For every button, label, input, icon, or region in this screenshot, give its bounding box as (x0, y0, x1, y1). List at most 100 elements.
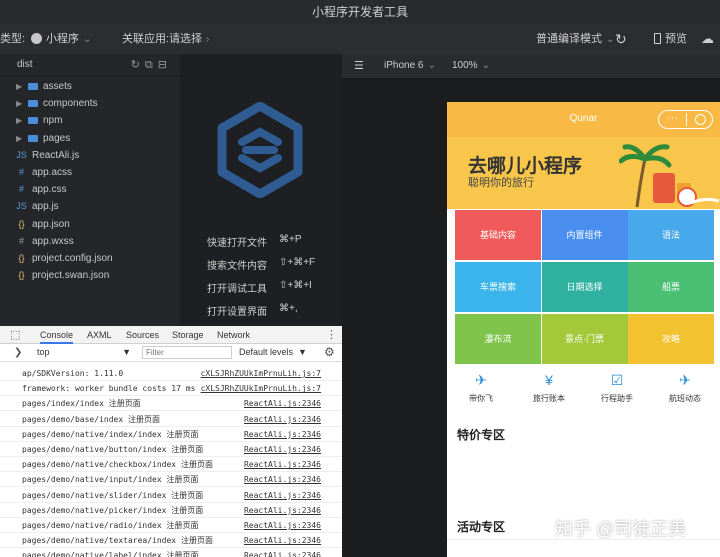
tab-axml[interactable]: AXML (87, 326, 112, 344)
tree-item-label: app.css (32, 184, 67, 196)
refresh-icon[interactable]: ↻ (131, 59, 145, 71)
grid-cell[interactable]: 瀑布流 (455, 314, 541, 364)
grid-cell[interactable]: 内置组件 (541, 210, 628, 260)
tree-item[interactable]: # app.wxss (0, 233, 180, 250)
tree-item-label: pages (43, 132, 71, 144)
tree-item[interactable]: JS app.js (0, 198, 180, 215)
quick-icon-label: 行程助手 (601, 394, 633, 403)
refresh-icon[interactable]: ↻ (615, 24, 627, 54)
tab-console[interactable]: Console (40, 326, 74, 344)
console-message: pages/demo/native/textarea/index 注册页面 (22, 536, 213, 546)
plane-icon: ✈ (475, 372, 487, 388)
file-icon: JS (16, 149, 27, 160)
grid-cell[interactable]: 日期选择 (541, 262, 628, 312)
shortcut-key: ⌘+P (279, 234, 302, 245)
tree-item[interactable]: JS ReactAli.js (0, 147, 180, 164)
tree-item-label: ReactAli.js (32, 149, 80, 161)
activity-strip (447, 539, 720, 557)
chevron-right-icon: › (206, 34, 210, 45)
console-source-link[interactable]: ReactAli.js:2346 (244, 412, 321, 427)
shortcut-label: 打开设置界面 (207, 307, 267, 318)
console-message: pages/demo/base/index 注册页面 (22, 414, 160, 424)
related-select[interactable]: 请选择 › (169, 24, 209, 54)
tree-item-label: app.json (32, 218, 70, 230)
grid-cell[interactable]: 景点·门票 (541, 314, 628, 364)
banner: 去哪儿小程序 聪明你的旅行 (447, 137, 720, 209)
console-row: pages/index/index 注册页面 ReactAli.js:2346 (0, 396, 342, 412)
console-source-link[interactable]: ReactAli.js:2346 (244, 442, 321, 457)
sidebar-toggle-icon[interactable]: ❯ (14, 347, 22, 358)
console-source-link[interactable]: ReactAli.js:2346 (244, 457, 321, 472)
close-target-icon[interactable] (695, 114, 706, 125)
quick-icon-item[interactable]: ¥ 旅行账本 (515, 371, 583, 404)
new-file-icon[interactable]: ⧉ (145, 59, 158, 71)
tree-item[interactable]: # app.css (0, 181, 180, 198)
menu-icon[interactable]: ☰ (354, 59, 364, 72)
grid-cell[interactable]: 攻略 (628, 314, 714, 364)
grid-cell[interactable]: 语法 (628, 210, 714, 260)
console-message: pages/demo/native/slider/index 注册页面 (22, 490, 204, 500)
tree-item[interactable]: {} app.json (0, 216, 180, 233)
grid-cell[interactable]: 车票搜索 (455, 262, 541, 312)
ledger-icon: ¥ (545, 372, 553, 388)
tree-item[interactable]: ▶ components (0, 95, 180, 112)
context-select[interactable]: top ▼ (37, 347, 133, 359)
phone-screen: Qunar ··· 去哪儿小程序 聪明你的旅行 基础内容 内置组件 语法车票搜索 日期… (447, 102, 720, 557)
tree-item[interactable]: {} project.config.json (0, 250, 180, 267)
grid-cell[interactable]: 基础内容 (455, 210, 541, 260)
folder-icon (28, 117, 38, 125)
folder-icon (28, 134, 38, 142)
tree-item[interactable]: ▶ npm (0, 112, 180, 129)
tree-item[interactable]: ▶ assets (0, 78, 180, 95)
shortcut-label: 打开调试工具 (207, 284, 267, 295)
more-dots-icon[interactable]: ··· (667, 112, 678, 124)
quick-icon-item[interactable]: ☑ 行程助手 (583, 371, 651, 404)
tree-root[interactable]: dist ↻⧉⊟ (0, 54, 180, 76)
inspect-icon[interactable]: ⬚ (10, 326, 20, 344)
tab-storage[interactable]: Storage (172, 326, 204, 344)
tree-item-label: assets (43, 81, 72, 92)
feature-grid: 基础内容 内置组件 语法车票搜索 日期选择 船票瀑布流 景点·门票 攻略 (455, 210, 720, 364)
calendar-icon: ☑ (610, 372, 624, 388)
toolbar: 类型: 小程序 ⌄ 关联应用: 请选择 › 普通编译模式 ⌄ ↻ 预览 ☁ (0, 24, 720, 54)
tab-network[interactable]: Network (217, 326, 250, 344)
type-select[interactable]: 小程序 ⌄ (31, 24, 91, 54)
console-message: pages/demo/native/radio/index 注册页面 (22, 521, 199, 530)
console-source-link[interactable]: ReactAli.js:2346 (244, 533, 321, 548)
console-source-link[interactable]: ReactAli.js:2346 (244, 472, 321, 487)
quick-icon-label: 带你飞 (469, 394, 493, 403)
zoom-select[interactable]: 100% ⌄ (452, 60, 490, 71)
shortcut-hint: 打开设置界面 ⌘+, (207, 303, 298, 318)
more-icon[interactable]: ⋮ (326, 326, 337, 344)
phone-icon (654, 33, 661, 44)
console-source-link[interactable]: cXLSJRhZUUkImPrnuLih.js:7 (201, 381, 321, 396)
levels-select[interactable]: Default levels ▼ (239, 347, 319, 357)
preview-button[interactable]: 预览 (654, 24, 687, 54)
console-source-link[interactable]: ReactAli.js:2346 (244, 396, 321, 411)
console-source-link[interactable]: cXLSJRhZUUkImPrnuLih.js:7 (201, 366, 321, 381)
tree-item[interactable]: # app.acss (0, 164, 180, 181)
upload-cloud-icon[interactable]: ☁ (701, 24, 714, 54)
file-icon: {} (18, 218, 25, 229)
filter-input[interactable] (142, 346, 232, 359)
console-source-link[interactable]: ReactAli.js:2346 (244, 503, 321, 518)
device-select[interactable]: iPhone 6 ⌄ (384, 60, 436, 71)
console-row: ap/SDKVersion: 1.11.0 cXLSJRhZUUkImPrnuLi… (0, 366, 342, 381)
tree-item[interactable]: {} project.swan.json (0, 267, 180, 284)
compile-mode-select[interactable]: 普通编译模式 ⌄ (536, 24, 614, 54)
shortcut-label: 快速打开文件 (207, 238, 267, 249)
collapse-icon[interactable]: ⊟ (158, 59, 172, 71)
file-icon: # (18, 184, 24, 195)
capsule-menu[interactable]: ··· (658, 110, 713, 129)
quick-icon-item[interactable]: ✈ 带你飞 (447, 371, 515, 404)
tree-item[interactable]: ▶ pages (0, 130, 180, 147)
console-source-link[interactable]: ReactAli.js:2346 (244, 427, 321, 442)
app-navbar: Qunar ··· (447, 102, 720, 137)
console-source-link[interactable]: ReactAli.js:2346 (244, 548, 321, 557)
console-source-link[interactable]: ReactAli.js:2346 (244, 518, 321, 533)
tab-sources[interactable]: Sources (126, 326, 159, 344)
quick-icon-item[interactable]: ✈ 航班动态 (651, 371, 719, 404)
console-source-link[interactable]: ReactAli.js:2346 (244, 488, 321, 503)
settings-gear-icon[interactable]: ⚙ (324, 345, 335, 359)
grid-cell[interactable]: 船票 (628, 262, 714, 312)
